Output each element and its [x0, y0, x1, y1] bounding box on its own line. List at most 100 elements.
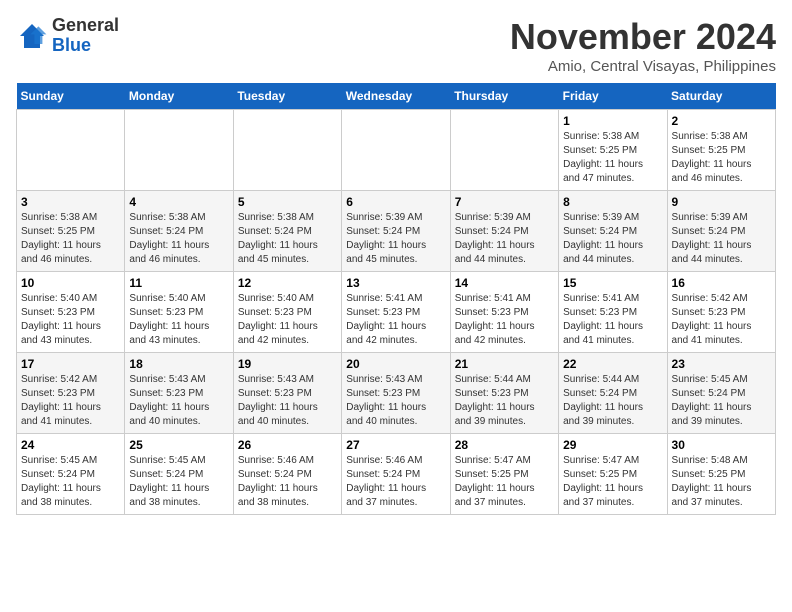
calendar-week-5: 24 Sunrise: 5:45 AM Sunset: 5:24 PM Dayli… — [17, 434, 776, 515]
day-number: 14 — [455, 276, 554, 290]
calendar-cell: 9Sunrise: 5:39 AM Sunset: 5:24 PM Daylig… — [667, 191, 775, 272]
day-info: Sunrise: 5:40 AM Sunset: 5:23 PM Dayligh… — [129, 292, 228, 348]
day-info: Sunrise: 5:38 AM Sunset: 5:24 PM Dayligh… — [129, 211, 228, 267]
day-info: Sunrise: 5:44 AM Sunset: 5:24 PM Dayligh… — [563, 373, 662, 429]
calendar-cell: 26Sunrise: 5:46 AM Sunset: 5:24 PM Dayli… — [233, 434, 341, 515]
day-number: 22 — [563, 357, 662, 371]
day-number: 17 — [21, 357, 120, 371]
day-info: Sunrise: 5:39 AM Sunset: 5:24 PM Dayligh… — [563, 211, 662, 267]
calendar-cell — [450, 110, 558, 191]
day-info: Sunrise: 5:42 AM Sunset: 5:23 PM Dayligh… — [21, 373, 120, 429]
day-number: 28 — [455, 438, 554, 452]
day-header-friday: Friday — [559, 83, 667, 110]
logo: General Blue — [16, 16, 119, 56]
day-info: Sunrise: 5:42 AM Sunset: 5:23 PM Dayligh… — [672, 292, 771, 348]
day-number: 5 — [238, 195, 337, 209]
calendar-table: SundayMondayTuesdayWednesdayThursdayFrid… — [16, 83, 776, 515]
day-number: 7 — [455, 195, 554, 209]
day-number: 8 — [563, 195, 662, 209]
day-number: 12 — [238, 276, 337, 290]
calendar-cell: 16 Sunrise: 5:42 AM Sunset: 5:23 PM Dayli… — [667, 272, 775, 353]
day-info: Sunrise: 5:45 AM Sunset: 5:24 PM Dayligh… — [21, 454, 120, 510]
month-title: November 2024 — [510, 16, 776, 58]
day-info: Sunrise: 5:46 AM Sunset: 5:24 PM Dayligh… — [346, 454, 445, 510]
day-number: 25 — [129, 438, 228, 452]
calendar-cell: 10 Sunrise: 5:40 AM Sunset: 5:23 PM Dayli… — [17, 272, 125, 353]
calendar-cell: 8 Sunrise: 5:39 AM Sunset: 5:24 PM Daylig… — [559, 191, 667, 272]
calendar-cell: 14 Sunrise: 5:41 AM Sunset: 5:23 PM Dayli… — [450, 272, 558, 353]
day-header-saturday: Saturday — [667, 83, 775, 110]
calendar-cell: 17 Sunrise: 5:42 AM Sunset: 5:23 PM Dayli… — [17, 353, 125, 434]
calendar-cell — [125, 110, 233, 191]
calendar-cell: 27Sunrise: 5:46 AM Sunset: 5:24 PM Dayli… — [342, 434, 450, 515]
day-info: Sunrise: 5:41 AM Sunset: 5:23 PM Dayligh… — [455, 292, 554, 348]
calendar-cell: 18 Sunrise: 5:43 AM Sunset: 5:23 PM Dayli… — [125, 353, 233, 434]
header: General Blue November 2024 Amio, Central… — [16, 16, 776, 75]
day-number: 15 — [563, 276, 662, 290]
day-number: 18 — [129, 357, 228, 371]
day-number: 23 — [672, 357, 771, 371]
day-info: Sunrise: 5:38 AM Sunset: 5:24 PM Dayligh… — [238, 211, 337, 267]
day-header-thursday: Thursday — [450, 83, 558, 110]
day-number: 16 — [672, 276, 771, 290]
calendar-cell: 25 Sunrise: 5:45 AM Sunset: 5:24 PM Dayli… — [125, 434, 233, 515]
day-number: 13 — [346, 276, 445, 290]
day-number: 3 — [21, 195, 120, 209]
day-number: 29 — [563, 438, 662, 452]
calendar-cell: 19Sunrise: 5:43 AM Sunset: 5:23 PM Dayli… — [233, 353, 341, 434]
day-number: 11 — [129, 276, 228, 290]
calendar-cell: 20Sunrise: 5:43 AM Sunset: 5:23 PM Dayli… — [342, 353, 450, 434]
calendar-cell: 6 Sunrise: 5:39 AM Sunset: 5:24 PM Daylig… — [342, 191, 450, 272]
header-row: SundayMondayTuesdayWednesdayThursdayFrid… — [17, 83, 776, 110]
calendar-cell: 13 Sunrise: 5:41 AM Sunset: 5:23 PM Dayli… — [342, 272, 450, 353]
day-info: Sunrise: 5:40 AM Sunset: 5:23 PM Dayligh… — [21, 292, 120, 348]
calendar-cell: 4 Sunrise: 5:38 AM Sunset: 5:24 PM Daylig… — [125, 191, 233, 272]
calendar-cell: 2Sunrise: 5:38 AM Sunset: 5:25 PM Daylig… — [667, 110, 775, 191]
day-info: Sunrise: 5:41 AM Sunset: 5:23 PM Dayligh… — [346, 292, 445, 348]
day-info: Sunrise: 5:38 AM Sunset: 5:25 PM Dayligh… — [21, 211, 120, 267]
day-info: Sunrise: 5:48 AM Sunset: 5:25 PM Dayligh… — [672, 454, 771, 510]
calendar-cell: 24 Sunrise: 5:45 AM Sunset: 5:24 PM Dayli… — [17, 434, 125, 515]
logo-line1: General — [52, 16, 119, 36]
calendar-cell: 30 Sunrise: 5:48 AM Sunset: 5:25 PM Dayli… — [667, 434, 775, 515]
title-area: November 2024 Amio, Central Visayas, Phi… — [510, 16, 776, 75]
calendar-cell — [233, 110, 341, 191]
day-number: 21 — [455, 357, 554, 371]
calendar-cell: 7Sunrise: 5:39 AM Sunset: 5:24 PM Daylig… — [450, 191, 558, 272]
day-info: Sunrise: 5:47 AM Sunset: 5:25 PM Dayligh… — [563, 454, 662, 510]
calendar-cell: 3 Sunrise: 5:38 AM Sunset: 5:25 PM Daylig… — [17, 191, 125, 272]
calendar-cell: 5 Sunrise: 5:38 AM Sunset: 5:24 PM Daylig… — [233, 191, 341, 272]
calendar-cell: 21 Sunrise: 5:44 AM Sunset: 5:23 PM Dayli… — [450, 353, 558, 434]
day-info: Sunrise: 5:38 AM Sunset: 5:25 PM Dayligh… — [563, 130, 662, 186]
day-number: 4 — [129, 195, 228, 209]
day-number: 19 — [238, 357, 337, 371]
calendar-cell: 12 Sunrise: 5:40 AM Sunset: 5:23 PM Dayli… — [233, 272, 341, 353]
day-number: 30 — [672, 438, 771, 452]
calendar-cell: 15 Sunrise: 5:41 AM Sunset: 5:23 PM Dayli… — [559, 272, 667, 353]
day-number: 24 — [21, 438, 120, 452]
day-info: Sunrise: 5:43 AM Sunset: 5:23 PM Dayligh… — [129, 373, 228, 429]
day-number: 20 — [346, 357, 445, 371]
day-info: Sunrise: 5:39 AM Sunset: 5:24 PM Dayligh… — [672, 211, 771, 267]
day-info: Sunrise: 5:45 AM Sunset: 5:24 PM Dayligh… — [129, 454, 228, 510]
day-number: 10 — [21, 276, 120, 290]
day-info: Sunrise: 5:46 AM Sunset: 5:24 PM Dayligh… — [238, 454, 337, 510]
day-info: Sunrise: 5:41 AM Sunset: 5:23 PM Dayligh… — [563, 292, 662, 348]
day-header-tuesday: Tuesday — [233, 83, 341, 110]
calendar-cell: 1 Sunrise: 5:38 AM Sunset: 5:25 PM Daylig… — [559, 110, 667, 191]
day-info: Sunrise: 5:40 AM Sunset: 5:23 PM Dayligh… — [238, 292, 337, 348]
day-number: 6 — [346, 195, 445, 209]
day-number: 1 — [563, 114, 662, 128]
day-info: Sunrise: 5:45 AM Sunset: 5:24 PM Dayligh… — [672, 373, 771, 429]
day-info: Sunrise: 5:39 AM Sunset: 5:24 PM Dayligh… — [346, 211, 445, 267]
day-info: Sunrise: 5:47 AM Sunset: 5:25 PM Dayligh… — [455, 454, 554, 510]
logo-line2: Blue — [52, 36, 119, 56]
calendar-week-1: 1 Sunrise: 5:38 AM Sunset: 5:25 PM Daylig… — [17, 110, 776, 191]
day-number: 2 — [672, 114, 771, 128]
day-info: Sunrise: 5:44 AM Sunset: 5:23 PM Dayligh… — [455, 373, 554, 429]
calendar-week-2: 3 Sunrise: 5:38 AM Sunset: 5:25 PM Daylig… — [17, 191, 776, 272]
calendar-cell: 23 Sunrise: 5:45 AM Sunset: 5:24 PM Dayli… — [667, 353, 775, 434]
logo-icon — [16, 20, 48, 52]
calendar-cell — [342, 110, 450, 191]
day-header-wednesday: Wednesday — [342, 83, 450, 110]
